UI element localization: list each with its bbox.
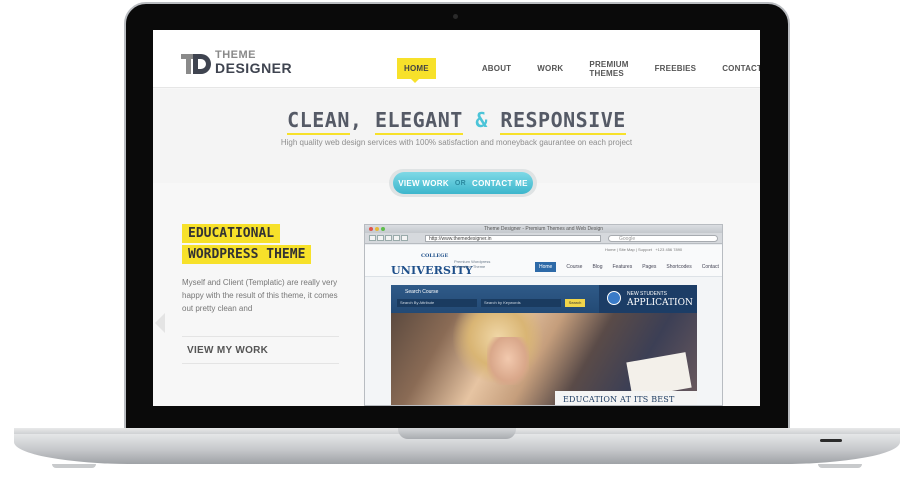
hero-title-word2: ELEGANT xyxy=(374,108,463,135)
laptop-foot-right xyxy=(818,464,862,468)
hero-subtitle: High quality web design services with 10… xyxy=(280,138,633,147)
hero-title: CLEAN, ELEGANT & RESPONSIVE xyxy=(153,108,760,135)
nav-home[interactable]: HOME xyxy=(397,58,436,83)
students-photo: EDUCATION AT ITS BEST xyxy=(391,313,697,405)
inner-website: Home | Site Map | Support +123 456 7890 … xyxy=(365,245,722,405)
inner-app-line1: NEW STUDENTS xyxy=(627,291,667,297)
browser-nav-buttons xyxy=(369,235,409,241)
view-my-work-link[interactable]: VIEW MY WORK xyxy=(182,336,339,364)
hero-title-sep: , xyxy=(349,108,375,132)
cta-wrapper: VIEW WORK OR CONTACT ME xyxy=(389,169,537,197)
view-work-button[interactable]: VIEW WORK xyxy=(398,179,449,188)
inner-search-keywords: Search by Keywords xyxy=(481,299,561,307)
webcam-icon xyxy=(453,14,458,19)
hero-title-word3: RESPONSIVE xyxy=(500,108,626,135)
inner-application-panel: NEW STUDENTS APPLICATION xyxy=(599,285,697,313)
cta-or: OR xyxy=(454,179,467,187)
feature-title-line2: WORDPRESS THEME xyxy=(182,245,312,264)
home-icon xyxy=(393,235,400,241)
browser-window-title: Theme Designer - Premium Themes and Web … xyxy=(483,226,604,232)
inner-nav-shortcodes: Shortcodes xyxy=(666,264,692,270)
inner-nav-course: Course xyxy=(566,264,583,270)
inner-app-line2: APPLICATION xyxy=(627,298,693,308)
window-controls xyxy=(369,227,387,231)
power-indicator xyxy=(820,439,842,442)
inner-top-links-text: Home | Site Map | Support xyxy=(605,247,652,252)
inner-nav-pages: Pages xyxy=(642,264,657,270)
inner-search-label: Search Course xyxy=(405,289,439,295)
forward-icon xyxy=(377,235,384,241)
logo-icon[interactable] xyxy=(181,52,213,76)
inner-phone: +123 456 7890 xyxy=(655,247,683,252)
main-nav: HOME ABOUT WORK PREMIUM THEMES FREEBIES … xyxy=(397,58,760,83)
browser-search-field: Google xyxy=(608,235,718,242)
inner-banner-caption: EDUCATION AT ITS BEST xyxy=(555,391,697,405)
site-logo[interactable]: THEME DESIGNER xyxy=(215,50,292,76)
browser-url-field: http://www.themedesigner.in xyxy=(425,235,601,242)
inner-nav-contact: Contact xyxy=(701,264,719,270)
site-header: THEME DESIGNER HOME ABOUT WORK PREMIUM T… xyxy=(153,30,760,88)
inner-nav: Home Course Blog Features Pages Shortcod… xyxy=(535,262,722,272)
feature-description: Myself and Client (Templatic) are really… xyxy=(182,278,338,313)
inner-nav-features: Features xyxy=(612,264,633,270)
feature-title: EDUCATIONAL WORDPRESS THEME xyxy=(182,224,312,266)
inner-search-bar: Search Course Search By Attribute Search… xyxy=(391,285,697,313)
nav-contact[interactable]: CONTACT xyxy=(722,64,760,73)
close-dot-icon xyxy=(369,227,373,231)
inner-search-select: Search By Attribute xyxy=(397,299,477,307)
contact-me-button[interactable]: CONTACT ME xyxy=(472,179,528,188)
browser-title-bar: Theme Designer - Premium Themes and Web … xyxy=(365,225,722,233)
photo-student-face xyxy=(487,337,529,385)
inner-tagline: Premium Wordpress Education Theme xyxy=(454,259,491,269)
maximize-dot-icon xyxy=(381,227,385,231)
logo-line2: DESIGNER xyxy=(215,60,293,76)
inner-nav-blog: Blog xyxy=(592,264,603,270)
browser-toolbar: http://www.themedesigner.in Google xyxy=(365,233,722,244)
laptop-screen: THEME DESIGNER HOME ABOUT WORK PREMIUM T… xyxy=(153,30,760,406)
minimize-dot-icon xyxy=(375,227,379,231)
slider-prev-arrow-icon[interactable] xyxy=(155,313,165,333)
add-tab-icon xyxy=(401,235,408,241)
inner-search-button: Search xyxy=(565,299,585,307)
inner-top-links: Home | Site Map | Support +123 456 7890 xyxy=(605,247,682,252)
nav-about[interactable]: ABOUT xyxy=(482,64,511,73)
hero-title-amp: & xyxy=(462,108,501,132)
reload-icon xyxy=(385,235,392,241)
browser-screenshot: Theme Designer - Premium Themes and Web … xyxy=(364,224,723,406)
feature-title-line1: EDUCATIONAL xyxy=(182,224,281,243)
back-icon xyxy=(369,235,376,241)
nav-work[interactable]: WORK xyxy=(537,64,563,73)
cta-pill: VIEW WORK OR CONTACT ME xyxy=(393,172,533,194)
nav-freebies[interactable]: FREEBIES xyxy=(655,64,697,73)
hero-title-word1: CLEAN xyxy=(287,108,350,135)
inner-banner: Search Course Search By Attribute Search… xyxy=(391,285,697,405)
nav-premium-themes[interactable]: PREMIUM THEMES xyxy=(589,60,628,78)
laptop-foot-left xyxy=(52,464,96,468)
students-icon xyxy=(607,291,621,305)
inner-nav-home: Home xyxy=(535,262,557,272)
inner-header: Home | Site Map | Support +123 456 7890 … xyxy=(365,245,722,277)
laptop-open-notch xyxy=(398,428,516,439)
